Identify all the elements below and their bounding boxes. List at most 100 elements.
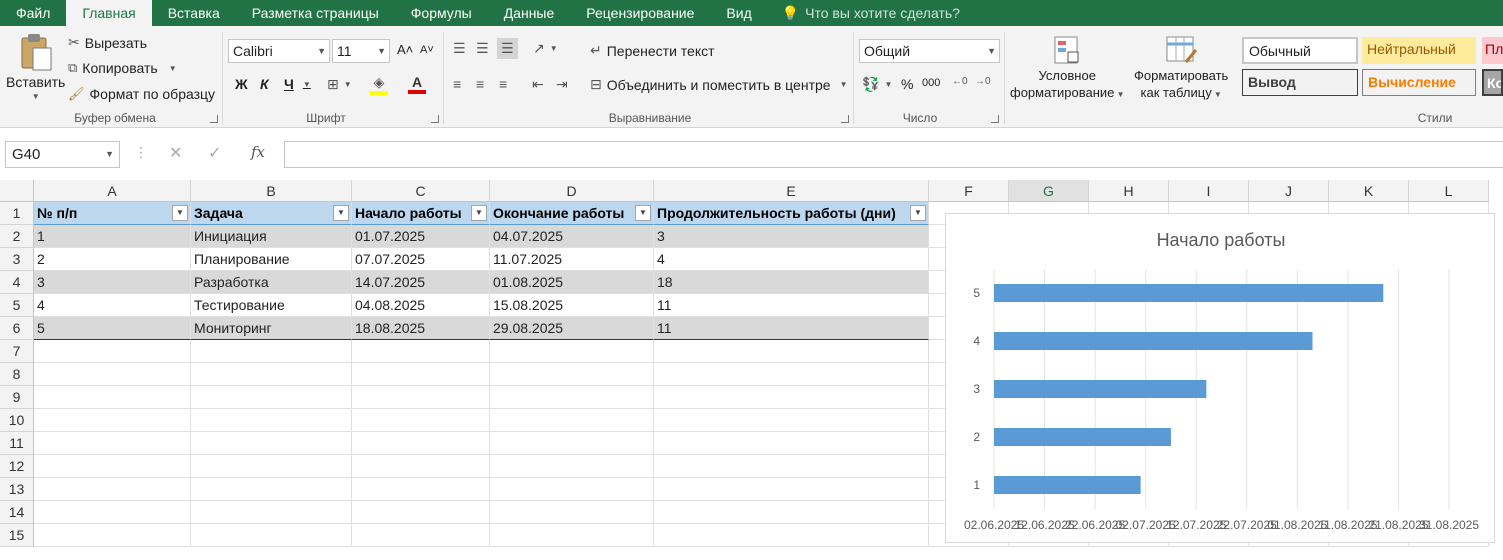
underline-button[interactable]: Ч ▼ [284,76,311,92]
grid-cell[interactable] [191,432,352,455]
column-header-G[interactable]: G [1009,180,1089,202]
alignment-launcher-icon[interactable] [841,115,849,123]
shrink-font-button[interactable]: A˅ [420,44,434,56]
conditional-formatting-button[interactable]: Условное форматирование ▼ [1010,34,1125,100]
tab-1[interactable]: Главная [66,0,152,26]
chart[interactable]: Начало работы 12345 02.06.2025 12.06.2025… [945,213,1495,543]
column-header-A[interactable]: A [34,180,191,202]
grid-cell[interactable] [490,409,654,432]
grid-cell[interactable] [191,340,352,363]
grid-cell[interactable] [191,363,352,386]
wrap-text-button[interactable]: ↵ Перенести текст [590,42,715,59]
grid-cell[interactable] [654,524,929,547]
table-cell[interactable]: 01.07.2025 [352,225,490,248]
table-cell[interactable]: 5 [34,317,191,340]
cancel-entry-button[interactable]: ✕ [169,143,182,163]
grid-cell[interactable] [352,363,490,386]
insert-function-button[interactable]: fx [251,143,265,161]
grid-cell[interactable] [34,409,191,432]
grid-cell[interactable] [191,386,352,409]
font-name-combo[interactable]: Calibri ▼ [228,39,330,63]
row-header-15[interactable]: 15 [0,524,34,547]
increase-indent-button[interactable]: ⇥ [556,76,568,93]
increase-decimal-button[interactable]: ←0 [952,76,968,87]
grid-cell[interactable] [34,363,191,386]
column-header-L[interactable]: L [1409,180,1489,202]
tab-6[interactable]: Рецензирование [570,0,710,26]
confirm-entry-button[interactable]: ✓ [208,143,221,163]
table-cell[interactable]: 04.08.2025 [352,294,490,317]
italic-button[interactable]: К [260,76,269,92]
row-header-7[interactable]: 7 [0,340,34,363]
fill-color-button[interactable]: ◈ [370,74,388,95]
grid-cell[interactable] [654,478,929,501]
grid-cell[interactable] [34,524,191,547]
filter-dropdown-icon[interactable]: ▼ [333,205,349,221]
row-header-8[interactable]: 8 [0,363,34,386]
grid-cell[interactable] [34,340,191,363]
align-center-button[interactable]: ≡ [476,76,484,92]
grid-cell[interactable] [34,386,191,409]
format-as-table-button[interactable]: Форматировать как таблицу ▼ [1134,34,1228,100]
table-cell[interactable]: 11.07.2025 [490,248,654,271]
grid-cell[interactable] [654,432,929,455]
chart-bar-4[interactable] [994,332,1313,350]
table-cell[interactable]: 18 [654,271,929,294]
column-header-C[interactable]: C [352,180,490,202]
merge-center-button[interactable]: ⊟ Объединить и поместить в центре ▼ [590,76,847,93]
clipboard-launcher-icon[interactable] [210,115,218,123]
table-cell[interactable]: 18.08.2025 [352,317,490,340]
grid-cell[interactable] [191,501,352,524]
table-header-cell[interactable]: № п/п ▼ [34,202,191,225]
row-header-11[interactable]: 11 [0,432,34,455]
table-cell[interactable]: 1 [34,225,191,248]
tab-5[interactable]: Данные [488,0,571,26]
thousands-button[interactable]: 000 [922,77,940,89]
grid-cell[interactable] [490,386,654,409]
column-header-B[interactable]: B [191,180,352,202]
chart-bar-2[interactable] [994,428,1171,446]
grid-cell[interactable] [490,363,654,386]
column-header-I[interactable]: I [1169,180,1249,202]
copy-button[interactable]: ⧉ Копировать ▼ [68,60,177,76]
bold-button[interactable]: Ж [235,76,248,92]
decrease-indent-button[interactable]: ⇤ [532,76,544,93]
orientation-button[interactable]: ↗ ▼ [533,40,558,57]
grid-cell[interactable] [191,409,352,432]
tab-3[interactable]: Разметка страницы [236,0,395,26]
grid-cell[interactable] [654,386,929,409]
filter-dropdown-icon[interactable]: ▼ [910,205,926,221]
table-cell[interactable]: 04.07.2025 [490,225,654,248]
grid-cell[interactable] [352,501,490,524]
align-top-button[interactable]: ☰ [453,40,466,57]
style-bad[interactable]: Пл [1482,37,1503,64]
chart-bar-5[interactable] [994,284,1384,302]
table-header-cell[interactable]: Начало работы ▼ [352,202,490,225]
table-cell[interactable]: Мониторинг [191,317,352,340]
align-right-button[interactable]: ≡ [499,76,507,92]
row-header-5[interactable]: 5 [0,294,34,317]
align-middle-button[interactable]: ☰ [476,40,489,57]
row-header-1[interactable]: 1 [0,202,34,225]
number-launcher-icon[interactable] [991,115,999,123]
align-left-button[interactable]: ≡ [453,76,461,92]
font-launcher-icon[interactable] [431,115,439,123]
table-cell[interactable]: 2 [34,248,191,271]
grid-cell[interactable] [34,455,191,478]
select-all-button[interactable] [0,180,34,202]
table-cell[interactable]: 11 [654,317,929,340]
chart-bar-1[interactable] [994,476,1141,494]
grid-cell[interactable] [34,432,191,455]
style-output[interactable]: Вывод [1242,69,1358,96]
grid-cell[interactable] [191,455,352,478]
row-header-14[interactable]: 14 [0,501,34,524]
table-cell[interactable]: 3 [34,271,191,294]
row-header-6[interactable]: 6 [0,317,34,340]
table-cell[interactable]: Инициация [191,225,352,248]
style-neutral[interactable]: Нейтральный [1362,37,1476,64]
formula-input[interactable] [284,141,1503,168]
percent-button[interactable]: % [901,76,913,92]
filter-dropdown-icon[interactable]: ▼ [471,205,487,221]
row-header-4[interactable]: 4 [0,271,34,294]
grid-cell[interactable] [191,524,352,547]
